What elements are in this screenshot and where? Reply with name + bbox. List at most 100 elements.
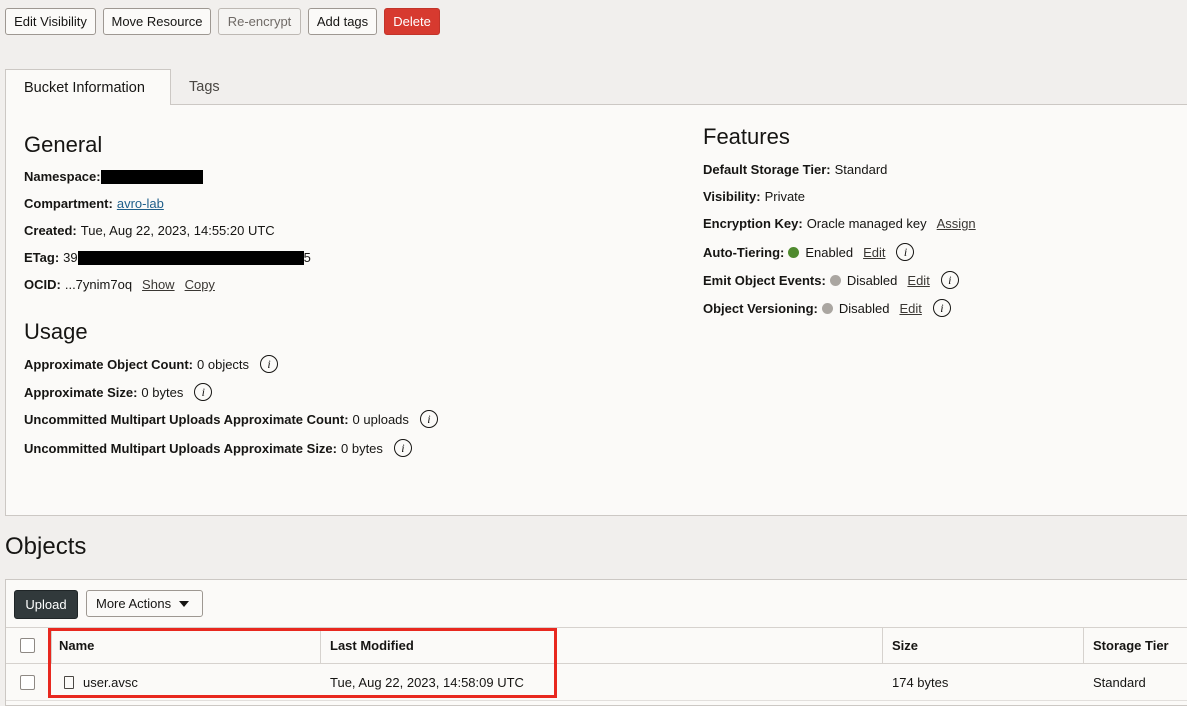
ocid-show-link[interactable]: Show (142, 277, 175, 292)
usage-heading: Usage (24, 319, 88, 344)
auto-tiering-row: Auto-Tiering: Enabled Edit i (703, 243, 915, 261)
multipart-size-label: Uncommitted Multipart Uploads Approximat… (24, 440, 337, 456)
upload-button[interactable]: Upload (14, 590, 78, 619)
object-count-label: Approximate Object Count: (24, 356, 194, 372)
more-actions-label: More Actions (96, 596, 172, 611)
tab-bucket-information[interactable]: Bucket Information (5, 69, 171, 105)
select-all-cell (20, 628, 35, 663)
auto-tiering-value: Enabled (805, 244, 854, 260)
ocid-copy-link[interactable]: Copy (185, 277, 215, 292)
name-column-header[interactable]: Name (59, 628, 94, 663)
versioning-row: Object Versioning: Disabled Edit i (703, 299, 951, 317)
created-row: Created: Tue, Aug 22, 2023, 14:55:20 UTC (24, 223, 275, 238)
emit-events-label: Emit Object Events: (703, 272, 826, 288)
storage-tier-label: Default Storage Tier: (703, 162, 831, 177)
column-divider (51, 628, 52, 663)
auto-tiering-label: Auto-Tiering: (703, 244, 785, 260)
enabled-status-icon (788, 246, 800, 258)
info-icon[interactable]: i (896, 243, 915, 261)
encryption-key-label: Encryption Key: (703, 216, 803, 231)
ocid-label: OCID: (24, 277, 61, 292)
objects-table-header: Name Last Modified Size Storage Tier (6, 627, 1187, 664)
objects-heading: Objects (5, 533, 87, 560)
ocid-row: OCID: ...7ynim7oq Show Copy (24, 277, 215, 292)
auto-tiering-edit-link[interactable]: Edit (863, 245, 885, 260)
multipart-count-value: 0 uploads (352, 411, 409, 427)
emit-events-edit-link[interactable]: Edit (907, 273, 929, 288)
object-name[interactable]: user.avsc (83, 675, 138, 690)
select-all-checkbox[interactable] (20, 638, 35, 653)
versioning-edit-link[interactable]: Edit (899, 301, 921, 316)
etag-redacted (77, 250, 304, 265)
etag-row: ETag: 39 5 (24, 250, 311, 265)
object-name-cell: user.avsc (64, 664, 138, 700)
created-label: Created: (24, 223, 77, 238)
compartment-link[interactable]: avro-lab (117, 196, 164, 211)
edit-visibility-button[interactable]: Edit Visibility (5, 8, 96, 35)
visibility-label: Visibility: (703, 189, 761, 204)
add-tags-button[interactable]: Add tags (308, 8, 377, 35)
disabled-status-icon (829, 274, 841, 286)
info-icon[interactable]: i (419, 410, 438, 428)
objects-panel: Upload More Actions Name Last Modified S… (5, 579, 1187, 706)
emit-events-value: Disabled (846, 272, 898, 288)
re-encrypt-button[interactable]: Re-encrypt (218, 8, 301, 35)
move-resource-button[interactable]: Move Resource (103, 8, 211, 35)
file-icon (64, 675, 74, 689)
assign-link[interactable]: Assign (937, 216, 976, 231)
emit-events-row: Emit Object Events: Disabled Edit i (703, 271, 959, 289)
column-divider (882, 628, 883, 663)
versioning-label: Object Versioning: (703, 300, 818, 316)
caret-down-icon (179, 600, 190, 607)
delete-button[interactable]: Delete (384, 8, 440, 35)
multipart-count-label: Uncommitted Multipart Uploads Approximat… (24, 411, 349, 427)
compartment-label: Compartment: (24, 196, 113, 211)
object-storage-tier: Standard (1093, 674, 1146, 690)
object-count-row: Approximate Object Count: 0 objects i (24, 355, 279, 373)
info-icon[interactable]: i (393, 439, 412, 457)
approx-size-row: Approximate Size: 0 bytes i (24, 383, 213, 401)
info-icon[interactable]: i (940, 271, 959, 289)
etag-prefix: 39 (63, 250, 78, 265)
approx-size-value: 0 bytes (141, 384, 184, 400)
encryption-key-row: Encryption Key: Oracle managed key Assig… (703, 216, 976, 231)
more-actions-button[interactable]: More Actions (86, 590, 203, 617)
multipart-size-value: 0 bytes (341, 440, 383, 456)
info-icon[interactable]: i (194, 383, 213, 401)
bucket-details-panel: General Namespace: Compartment: avro-lab… (5, 104, 1187, 516)
bucket-toolbar: Edit Visibility Move Resource Re-encrypt… (5, 8, 440, 35)
storage-tier-row: Default Storage Tier: Standard (703, 162, 887, 177)
row-select-cell (20, 664, 35, 700)
namespace-label: Namespace: (24, 169, 101, 184)
object-count-value: 0 objects (197, 356, 250, 372)
object-size: 174 bytes (892, 674, 949, 690)
column-divider (320, 628, 321, 663)
ocid-value: ...7ynim7oq (64, 277, 133, 292)
created-value: Tue, Aug 22, 2023, 14:55:20 UTC (80, 223, 275, 238)
features-heading: Features (703, 124, 790, 149)
visibility-value: Private (764, 189, 806, 204)
size-column-header[interactable]: Size (892, 628, 918, 663)
tab-tags[interactable]: Tags (171, 69, 238, 104)
bucket-tabs: Bucket Information Tags (5, 69, 238, 105)
versioning-value: Disabled (838, 300, 890, 316)
compartment-row: Compartment: avro-lab (24, 196, 164, 211)
row-checkbox[interactable] (20, 674, 35, 690)
column-divider (1083, 628, 1084, 663)
table-row[interactable]: user.avsc Tue, Aug 22, 2023, 14:58:09 UT… (6, 664, 1187, 701)
storage-tier-column-header[interactable]: Storage Tier (1093, 628, 1169, 663)
approx-size-label: Approximate Size: (24, 384, 138, 400)
storage-tier-value: Standard (834, 162, 888, 177)
info-icon[interactable]: i (932, 299, 951, 317)
visibility-row: Visibility: Private (703, 189, 805, 204)
info-icon[interactable]: i (260, 355, 279, 373)
disabled-status-icon (821, 302, 833, 314)
general-heading: General (24, 132, 103, 157)
multipart-count-row: Uncommitted Multipart Uploads Approximat… (24, 410, 438, 428)
etag-suffix: 5 (303, 250, 311, 265)
encryption-key-value: Oracle managed key (806, 216, 927, 231)
last-modified-column-header[interactable]: Last Modified (330, 628, 414, 663)
namespace-redacted (100, 169, 203, 184)
etag-label: ETag: (24, 250, 60, 265)
object-last-modified: Tue, Aug 22, 2023, 14:58:09 UTC (330, 674, 524, 690)
